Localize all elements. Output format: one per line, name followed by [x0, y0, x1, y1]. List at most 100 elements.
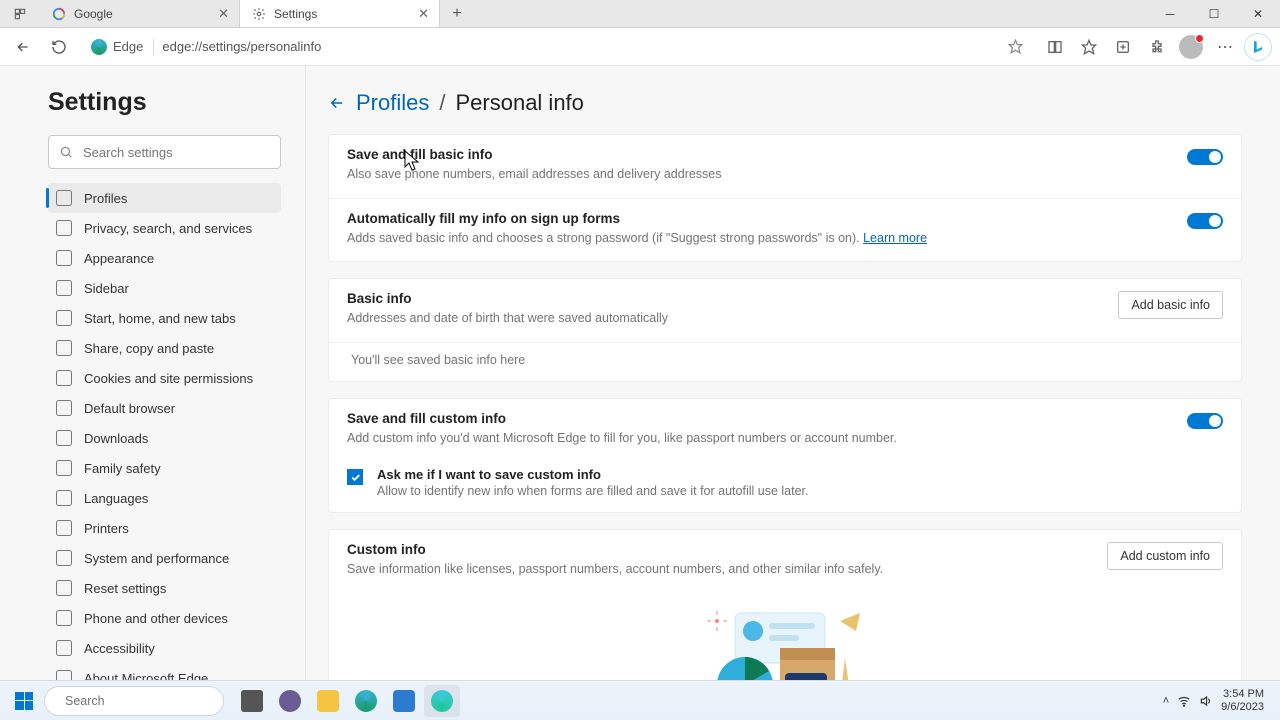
sidebar-item-profiles[interactable]: Profiles: [48, 183, 281, 213]
sidebar-item-phone[interactable]: Phone and other devices: [48, 603, 281, 633]
profile-icon: [56, 190, 72, 206]
sidebar-item-appearance[interactable]: Appearance: [48, 243, 281, 273]
sidebar-item-label: Privacy, search, and services: [84, 221, 252, 236]
card-custom-info: Custom info Save information like licens…: [328, 529, 1242, 680]
breadcrumb: Profiles / Personal info: [328, 90, 1242, 116]
favorites-icon[interactable]: [1074, 32, 1104, 62]
profile-avatar[interactable]: [1176, 32, 1206, 62]
ask-save-desc: Allow to identify new info when forms ar…: [377, 484, 808, 498]
sidebar-item-label: Appearance: [84, 251, 154, 266]
sidebar-item-share[interactable]: Share, copy and paste: [48, 333, 281, 363]
maximize-button[interactable]: ☐: [1192, 0, 1236, 27]
extensions-icon[interactable]: [1142, 32, 1172, 62]
sidebar-item-reset[interactable]: Reset settings: [48, 573, 281, 603]
edge-logo-icon: [91, 39, 107, 55]
sidebar-item-label: Profiles: [84, 191, 127, 206]
sidebar-item-label: Start, home, and new tabs: [84, 311, 236, 326]
taskbar-app-store[interactable]: [386, 685, 422, 717]
lock-icon: [56, 220, 72, 236]
sidebar-item-sidebar[interactable]: Sidebar: [48, 273, 281, 303]
printer-icon: [56, 520, 72, 536]
tab-label: Settings: [274, 7, 317, 21]
minimize-button[interactable]: ─: [1148, 0, 1192, 27]
url-input[interactable]: [162, 39, 1000, 54]
sidebar-item-languages[interactable]: Languages: [48, 483, 281, 513]
taskbar-search[interactable]: [44, 686, 224, 716]
autofill-title: Automatically fill my info on sign up fo…: [347, 211, 1223, 226]
refresh-button[interactable]: [44, 32, 74, 62]
sidebar-item-label: Accessibility: [84, 641, 155, 656]
browser-icon: [56, 400, 72, 416]
sidebar-item-cookies[interactable]: Cookies and site permissions: [48, 363, 281, 393]
back-button[interactable]: [8, 32, 38, 62]
sidebar-item-label: Default browser: [84, 401, 175, 416]
taskbar-app-edge-dev[interactable]: [424, 685, 460, 717]
address-bar[interactable]: Edge: [80, 32, 1034, 62]
tray-chevron-icon[interactable]: ˄: [1163, 695, 1169, 707]
cookie-icon: [56, 370, 72, 386]
taskbar-search-input[interactable]: [65, 694, 226, 708]
breadcrumb-sep: /: [439, 90, 445, 116]
star-icon[interactable]: [1008, 39, 1023, 54]
system-icon: [56, 550, 72, 566]
panel-icon: [56, 280, 72, 296]
sidebar-item-label: Cookies and site permissions: [84, 371, 253, 386]
sidebar-item-default-browser[interactable]: Default browser: [48, 393, 281, 423]
split-screen-icon[interactable]: [1040, 32, 1070, 62]
home-icon: [56, 310, 72, 326]
download-icon: [56, 430, 72, 446]
taskbar-app-taskview[interactable]: [234, 685, 270, 717]
search-settings[interactable]: [48, 135, 281, 169]
toggle-autofill-signup[interactable]: [1187, 213, 1223, 229]
sidebar-item-label: Family safety: [84, 461, 161, 476]
settings-title: Settings: [48, 88, 281, 117]
save-basic-title: Save and fill basic info: [347, 147, 1223, 162]
sidebar-item-system[interactable]: System and performance: [48, 543, 281, 573]
checkbox-ask-save-custom[interactable]: [347, 469, 363, 485]
save-basic-desc: Also save phone numbers, email addresses…: [347, 166, 1223, 184]
sidebar-item-family[interactable]: Family safety: [48, 453, 281, 483]
bing-chat-icon[interactable]: [1244, 33, 1272, 61]
wifi-icon[interactable]: [1177, 694, 1191, 708]
save-custom-desc: Add custom info you'd want Microsoft Edg…: [347, 430, 1223, 448]
add-custom-info-button[interactable]: Add custom info: [1107, 542, 1223, 570]
volume-icon[interactable]: [1199, 694, 1213, 708]
autofill-desc: Adds saved basic info and chooses a stro…: [347, 230, 1223, 248]
basic-info-empty: You'll see saved basic info here: [329, 342, 1241, 381]
sidebar-item-label: Reset settings: [84, 581, 166, 596]
close-tab-icon[interactable]: ✕: [218, 6, 229, 22]
sidebar-item-accessibility[interactable]: Accessibility: [48, 633, 281, 663]
taskbar-app-explorer[interactable]: [310, 685, 346, 717]
sidebar-item-printers[interactable]: Printers: [48, 513, 281, 543]
google-favicon-icon: [52, 7, 66, 21]
sidebar-item-label: Phone and other devices: [84, 611, 228, 626]
close-window-button[interactable]: ✕: [1236, 0, 1280, 27]
tab-settings[interactable]: Settings ✕: [240, 0, 440, 27]
card-basic-toggles: Save and fill basic info Also save phone…: [328, 134, 1242, 262]
toggle-save-basic[interactable]: [1187, 149, 1223, 165]
new-tab-button[interactable]: +: [440, 0, 474, 27]
add-basic-info-button[interactable]: Add basic info: [1118, 291, 1223, 319]
collections-icon[interactable]: [1108, 32, 1138, 62]
sidebar-item-downloads[interactable]: Downloads: [48, 423, 281, 453]
start-button[interactable]: [8, 685, 40, 717]
taskbar-app-edge[interactable]: [348, 685, 384, 717]
ask-save-title: Ask me if I want to save custom info: [377, 467, 808, 482]
close-tab-icon[interactable]: ✕: [418, 6, 429, 22]
back-arrow-icon[interactable]: [328, 94, 346, 112]
learn-more-link[interactable]: Learn more: [863, 231, 927, 245]
taskbar-app-chat[interactable]: [272, 685, 308, 717]
phone-icon: [56, 610, 72, 626]
custom-info-title: Custom info: [347, 542, 1223, 557]
sidebar-item-start[interactable]: Start, home, and new tabs: [48, 303, 281, 333]
search-input[interactable]: [83, 145, 270, 160]
toggle-save-custom[interactable]: [1187, 413, 1223, 429]
sidebar-item-privacy[interactable]: Privacy, search, and services: [48, 213, 281, 243]
tab-google[interactable]: Google ✕: [40, 0, 240, 27]
sidebar-item-label: System and performance: [84, 551, 229, 566]
menu-icon[interactable]: ⋯: [1210, 32, 1240, 62]
sidebar-item-label: Share, copy and paste: [84, 341, 214, 356]
tab-actions-icon[interactable]: [0, 0, 40, 27]
breadcrumb-parent[interactable]: Profiles: [356, 90, 429, 116]
tray-clock[interactable]: 3:54 PM 9/6/2023: [1221, 688, 1264, 713]
